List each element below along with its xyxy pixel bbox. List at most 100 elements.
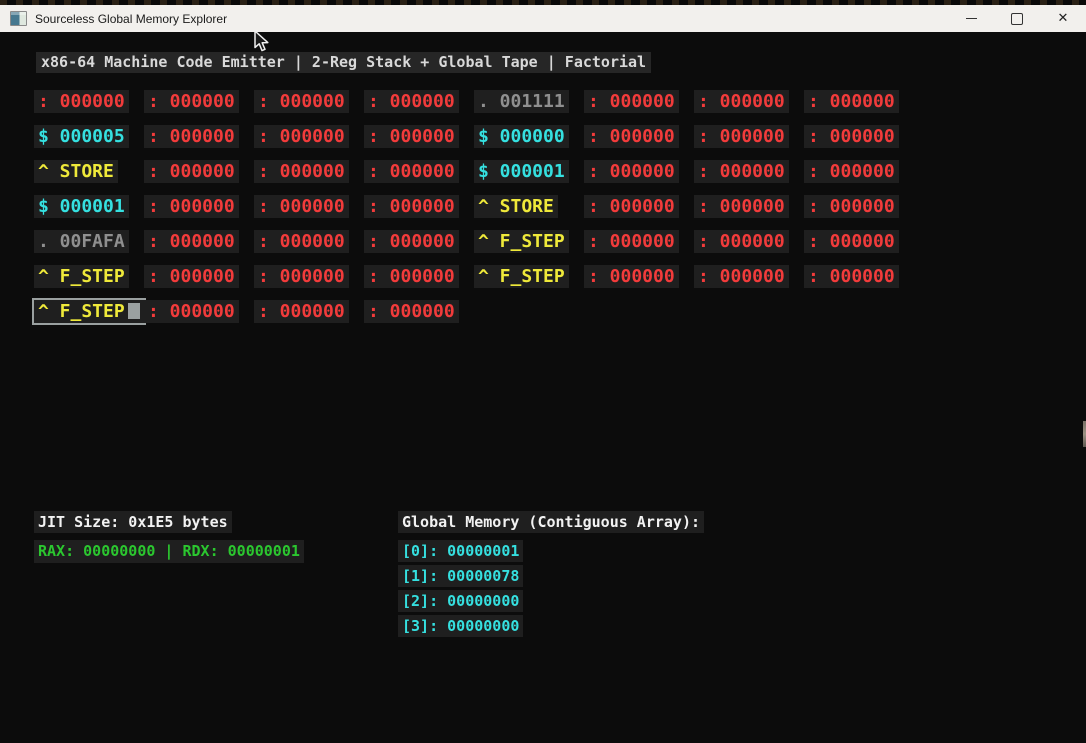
memory-cell-label: : 000000 bbox=[148, 161, 235, 182]
memory-cell-label: $ 000000 bbox=[478, 126, 565, 147]
minimize-button[interactable] bbox=[948, 5, 994, 32]
memory-array-row: [3]: 00000000 bbox=[398, 615, 523, 637]
memory-cell-label: : 000000 bbox=[258, 126, 345, 147]
memory-cell[interactable]: : 000000 bbox=[144, 160, 239, 183]
memory-cell-label: : 000000 bbox=[258, 161, 345, 182]
memory-cell[interactable]: : 000000 bbox=[364, 265, 459, 288]
memory-cell[interactable]: : 000000 bbox=[694, 265, 789, 288]
memory-cell-label: : 000000 bbox=[588, 161, 675, 182]
memory-cell-label: . 00FAFA bbox=[38, 231, 125, 252]
memory-cell[interactable]: ^ F_STEP bbox=[474, 265, 569, 288]
memory-cell[interactable]: $ 000001 bbox=[34, 195, 129, 218]
memory-cell[interactable]: : 000000 bbox=[144, 125, 239, 148]
memory-cell-label: : 000000 bbox=[368, 196, 455, 217]
memory-cell-label: : 000000 bbox=[148, 91, 235, 112]
memory-cell[interactable]: : 000000 bbox=[584, 265, 679, 288]
memory-cell[interactable]: . 00FAFA bbox=[34, 230, 129, 253]
memory-cell-label: ^ F_STEP bbox=[478, 231, 565, 252]
memory-cell-label: : 000000 bbox=[148, 231, 235, 252]
memory-cell-label: ^ F_STEP bbox=[478, 266, 565, 287]
memory-cell[interactable]: ^ F_STEP bbox=[474, 230, 569, 253]
memory-cell-label: : 000000 bbox=[368, 161, 455, 182]
memory-cell[interactable]: : 000000 bbox=[364, 125, 459, 148]
memory-cell[interactable]: : 000000 bbox=[694, 160, 789, 183]
memory-cell-label: : 000000 bbox=[368, 301, 455, 322]
memory-cell-label: : 000000 bbox=[258, 301, 345, 322]
memory-cell-label: : 000000 bbox=[808, 126, 895, 147]
memory-cell[interactable]: : 000000 bbox=[34, 90, 129, 113]
memory-cell[interactable]: : 000000 bbox=[254, 300, 349, 323]
memory-cell[interactable]: : 000000 bbox=[804, 265, 899, 288]
memory-cell[interactable]: : 000000 bbox=[804, 195, 899, 218]
memory-cell[interactable]: : 000000 bbox=[254, 195, 349, 218]
memory-cell-label: : 000000 bbox=[148, 126, 235, 147]
memory-cell[interactable]: : 000000 bbox=[254, 265, 349, 288]
memory-cell-label: : 000000 bbox=[698, 266, 785, 287]
memory-cell-selected[interactable]: ^ F_STEP bbox=[32, 298, 146, 325]
memory-cell[interactable]: : 000000 bbox=[364, 230, 459, 253]
memory-cell-label: : 000000 bbox=[808, 231, 895, 252]
memory-cell-label: : 000000 bbox=[258, 231, 345, 252]
titlebar[interactable]: Sourceless Global Memory Explorer ✕ bbox=[0, 5, 1086, 32]
memory-cell-label: : 000000 bbox=[808, 161, 895, 182]
memory-cell[interactable]: $ 000001 bbox=[474, 160, 569, 183]
memory-cell[interactable]: : 000000 bbox=[144, 300, 239, 323]
memory-cell-label: : 000000 bbox=[698, 161, 785, 182]
memory-cell-label: ^ F_STEP bbox=[38, 301, 125, 322]
memory-cell-label: ^ F_STEP bbox=[38, 266, 125, 287]
memory-cell[interactable]: : 000000 bbox=[584, 195, 679, 218]
memory-cell[interactable]: : 000000 bbox=[144, 90, 239, 113]
memory-cell[interactable]: : 000000 bbox=[694, 195, 789, 218]
memory-cell[interactable]: : 000000 bbox=[254, 125, 349, 148]
memory-cell[interactable]: : 000000 bbox=[364, 90, 459, 113]
memory-cell[interactable]: : 000000 bbox=[804, 90, 899, 113]
maximize-icon bbox=[1011, 13, 1023, 25]
memory-cell-label: $ 000001 bbox=[38, 196, 125, 217]
memory-cell-label: : 000000 bbox=[148, 196, 235, 217]
memory-cell[interactable]: ^ STORE bbox=[474, 195, 558, 218]
memory-cell[interactable]: : 000000 bbox=[254, 90, 349, 113]
memory-cell[interactable]: : 000000 bbox=[584, 125, 679, 148]
memory-cell[interactable]: ^ STORE bbox=[34, 160, 118, 183]
memory-cell[interactable]: : 000000 bbox=[804, 160, 899, 183]
block-cursor-icon bbox=[128, 303, 140, 319]
memory-cell[interactable]: : 000000 bbox=[584, 230, 679, 253]
memory-cell[interactable]: . 001111 bbox=[474, 90, 569, 113]
memory-cell[interactable]: : 000000 bbox=[694, 90, 789, 113]
memory-cell[interactable]: : 000000 bbox=[254, 230, 349, 253]
memory-cell-label: : 000000 bbox=[588, 196, 675, 217]
window: Sourceless Global Memory Explorer ✕ x86-… bbox=[0, 0, 1086, 743]
memory-cell-label: : 000000 bbox=[588, 231, 675, 252]
memory-cell[interactable]: : 000000 bbox=[144, 195, 239, 218]
close-button[interactable]: ✕ bbox=[1040, 5, 1086, 32]
memory-cell[interactable]: : 000000 bbox=[694, 230, 789, 253]
memory-cell-label: : 000000 bbox=[588, 266, 675, 287]
memory-cell-label: : 000000 bbox=[148, 301, 235, 322]
memory-cell[interactable]: : 000000 bbox=[364, 160, 459, 183]
jit-size-label: JIT Size: 0x1E5 bytes bbox=[34, 511, 232, 533]
memory-cell-label: : 000000 bbox=[258, 196, 345, 217]
memory-cell[interactable]: : 000000 bbox=[584, 160, 679, 183]
global-memory-title: Global Memory (Contiguous Array): bbox=[398, 511, 704, 533]
memory-cell[interactable]: $ 000005 bbox=[34, 125, 129, 148]
memory-cell[interactable]: : 000000 bbox=[804, 125, 899, 148]
memory-cell[interactable]: : 000000 bbox=[694, 125, 789, 148]
maximize-button[interactable] bbox=[994, 5, 1040, 32]
close-icon: ✕ bbox=[1058, 12, 1069, 25]
app-icon bbox=[10, 11, 27, 26]
memory-cell[interactable]: : 000000 bbox=[364, 300, 459, 323]
memory-cell[interactable]: ^ F_STEP bbox=[34, 265, 129, 288]
memory-cell[interactable]: : 000000 bbox=[364, 195, 459, 218]
memory-cell-label: : 000000 bbox=[588, 91, 675, 112]
memory-cell-label: : 000000 bbox=[808, 266, 895, 287]
memory-cell-label: : 000000 bbox=[38, 91, 125, 112]
window-title: Sourceless Global Memory Explorer bbox=[35, 12, 227, 26]
memory-cell-label: : 000000 bbox=[148, 266, 235, 287]
memory-cell[interactable]: : 000000 bbox=[804, 230, 899, 253]
memory-cell-label: : 000000 bbox=[698, 196, 785, 217]
memory-cell[interactable]: : 000000 bbox=[144, 265, 239, 288]
memory-cell[interactable]: : 000000 bbox=[584, 90, 679, 113]
memory-cell[interactable]: $ 000000 bbox=[474, 125, 569, 148]
memory-cell[interactable]: : 000000 bbox=[254, 160, 349, 183]
memory-cell[interactable]: : 000000 bbox=[144, 230, 239, 253]
